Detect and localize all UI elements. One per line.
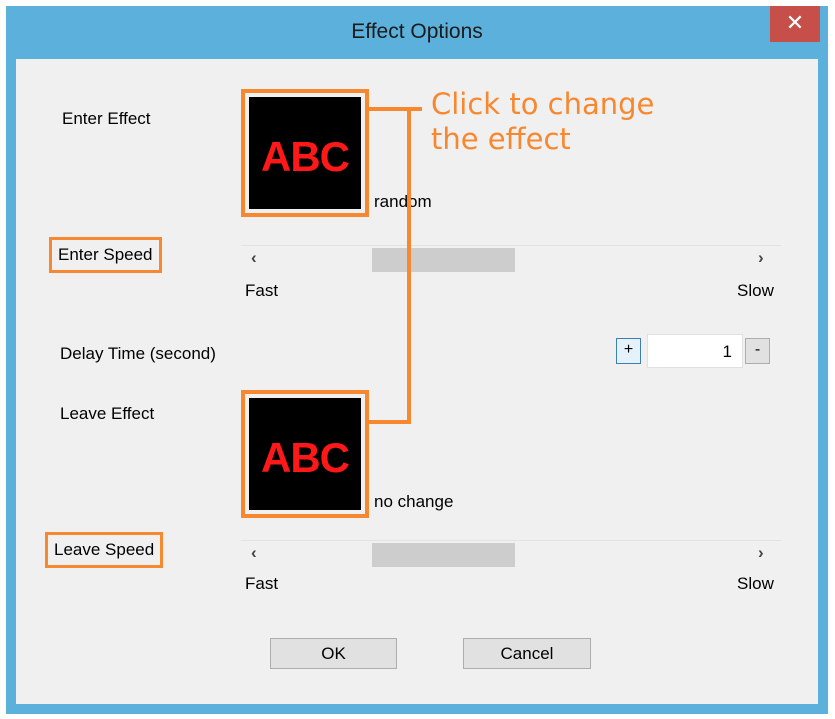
cancel-button[interactable]: Cancel (463, 638, 591, 669)
enter-effect-preview-screen: ABC (249, 97, 361, 209)
delay-time-value: 1 (722, 342, 732, 361)
chevron-right-icon[interactable]: › (758, 248, 764, 268)
ok-button[interactable]: OK (270, 638, 397, 669)
leave-speed-min-label: Fast (245, 574, 279, 593)
chevron-left-icon[interactable]: ‹ (251, 543, 257, 563)
enter-effect-preview[interactable]: ABC (241, 89, 369, 217)
leave-speed-label: Leave Speed (45, 532, 164, 568)
leave-effect-value: no change (374, 492, 454, 511)
annotation-connector-top (367, 107, 422, 111)
leave-speed-label-text: Leave Speed (54, 540, 155, 559)
dialog-body: Enter Effect ABC random Enter Speed ‹ › … (16, 59, 818, 704)
leave-speed-track-line (241, 540, 781, 541)
annotation-connector-bottom (367, 420, 411, 424)
enter-speed-label-text: Enter Speed (58, 245, 153, 264)
annotation-line-2: the effect (431, 122, 571, 156)
window-title: Effect Options (351, 20, 483, 43)
annotation-line-1: Click to change (431, 87, 655, 121)
chevron-right-icon[interactable]: › (758, 543, 764, 563)
close-icon: ✕ (785, 10, 805, 35)
chevron-left-icon[interactable]: ‹ (251, 248, 257, 268)
leave-effect-label: Leave Effect (60, 404, 155, 423)
delay-time-field[interactable]: 1 (647, 334, 743, 368)
enter-speed-min-label: Fast (245, 281, 279, 300)
leave-effect-preview[interactable]: ABC (241, 390, 369, 518)
enter-speed-track-line (241, 245, 781, 246)
effect-options-window: Effect Options ✕ Enter Effect ABC random… (6, 6, 828, 714)
close-button[interactable]: ✕ (770, 6, 820, 42)
leave-speed-max-label: Slow (737, 574, 774, 593)
delay-decrement-button[interactable]: - (745, 338, 770, 364)
enter-speed-slider[interactable]: ‹ › (241, 245, 781, 275)
delay-increment-button[interactable]: + (616, 338, 641, 364)
enter-effect-label: Enter Effect (62, 109, 151, 128)
enter-speed-max-label: Slow (737, 281, 774, 300)
leave-effect-preview-screen: ABC (249, 398, 361, 510)
delay-time-label: Delay Time (second) (60, 344, 216, 363)
leave-speed-thumb[interactable] (372, 543, 516, 567)
enter-speed-thumb[interactable] (372, 248, 516, 272)
enter-speed-label: Enter Speed (49, 237, 162, 273)
enter-effect-preview-text: ABC (261, 133, 350, 180)
leave-speed-slider[interactable]: ‹ › (241, 540, 781, 570)
enter-effect-value: random (374, 192, 432, 211)
leave-effect-preview-text: ABC (261, 434, 350, 481)
annotation-connector-vertical (407, 107, 411, 424)
title-bar[interactable]: Effect Options ✕ (6, 6, 828, 59)
